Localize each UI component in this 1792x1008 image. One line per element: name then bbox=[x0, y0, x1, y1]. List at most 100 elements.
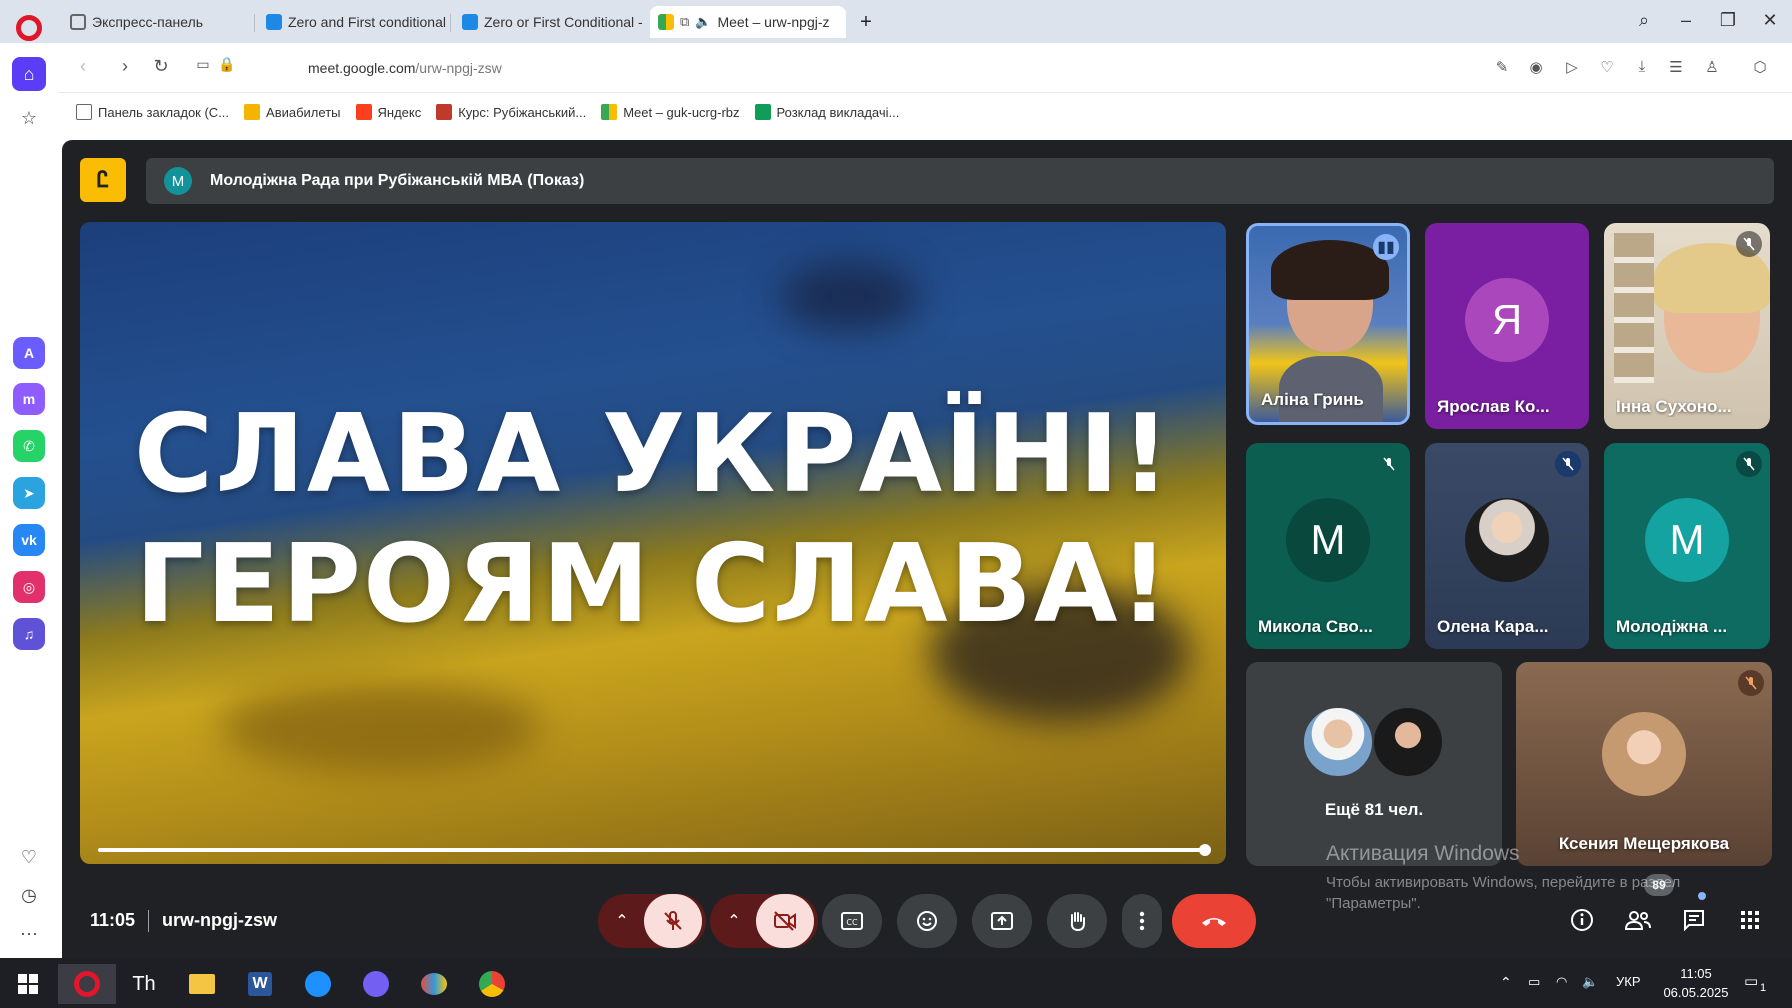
exit-presentation-icon[interactable]: Ꮭ bbox=[80, 158, 126, 202]
participant-avatar: Я bbox=[1465, 278, 1549, 362]
captions-button[interactable]: CC bbox=[822, 894, 882, 948]
home-icon[interactable]: ⌂ bbox=[12, 57, 46, 91]
reactions-button[interactable] bbox=[897, 894, 957, 948]
taskbar-chrome[interactable] bbox=[472, 964, 512, 1004]
tab-express-panel[interactable]: Экспресс-панель bbox=[62, 6, 252, 38]
meeting-clock: 11:05 bbox=[90, 910, 136, 930]
progress-knob[interactable] bbox=[1199, 844, 1211, 856]
chat-icon bbox=[1684, 910, 1704, 932]
bookmark-yandex[interactable]: Яндекс bbox=[355, 104, 421, 120]
screenshot-icon[interactable]: ◉ bbox=[1526, 58, 1546, 76]
tab-zero-or-first-conditional[interactable]: Zero or First Conditional - bbox=[454, 6, 644, 38]
bookmark-meet[interactable]: Meet – guk-ucrg-rbz bbox=[601, 104, 740, 120]
instagram-icon[interactable]: ◎ bbox=[13, 571, 45, 603]
participant-tile[interactable]: М Молодіжна ... bbox=[1604, 443, 1770, 649]
forward-button[interactable]: › bbox=[114, 56, 136, 77]
search-icon[interactable]: ⌕ bbox=[1632, 10, 1656, 31]
taskbar-text-app[interactable]: Th bbox=[124, 964, 164, 1004]
leave-call-button[interactable] bbox=[1172, 894, 1256, 948]
extensions-icon[interactable]: ⬡ bbox=[1750, 58, 1770, 76]
taskbar-word[interactable]: W bbox=[240, 964, 280, 1004]
windows-activation-watermark: Активация Windows Чтобы активировать Win… bbox=[1326, 842, 1681, 912]
new-tab-button[interactable]: + bbox=[856, 12, 876, 32]
input-language[interactable]: УКР bbox=[1616, 974, 1641, 989]
participant-tile[interactable]: Ксения Мещерякова bbox=[1516, 662, 1772, 866]
url-field[interactable]: meet.google.com/urw-npgj-zsw bbox=[308, 60, 502, 76]
messenger-icon[interactable]: m bbox=[13, 383, 45, 415]
minimize-button[interactable]: – bbox=[1674, 10, 1698, 31]
presentation-stage[interactable]: СЛАВА УКРАЇНІ! ГЕРОЯМ СЛАВА! bbox=[80, 222, 1226, 864]
download-icon[interactable]: ⤓ bbox=[1632, 58, 1652, 75]
mic-control-group: ⌃ bbox=[598, 894, 706, 948]
lock-icon[interactable]: 🔒 bbox=[216, 56, 238, 73]
wifi-icon[interactable]: ◠ bbox=[1556, 974, 1567, 990]
more-icon[interactable]: ··· bbox=[12, 916, 46, 950]
participant-tile[interactable]: Олена Кара... bbox=[1425, 443, 1589, 649]
whatsapp-icon[interactable]: ✆ bbox=[13, 430, 45, 462]
aria-icon[interactable]: A bbox=[13, 337, 45, 369]
easy-setup-icon[interactable]: ☰ bbox=[1666, 58, 1686, 76]
raise-hand-button[interactable] bbox=[1047, 894, 1107, 948]
heart-icon[interactable]: ♡ bbox=[12, 840, 46, 874]
present-button[interactable] bbox=[972, 894, 1032, 948]
tab-meet[interactable]: ⧉ 🔈 Meet – urw-npgj-z bbox=[650, 6, 846, 38]
camera-options-chevron-icon[interactable]: ⌃ bbox=[710, 894, 758, 948]
participant-photo bbox=[1465, 498, 1549, 582]
back-button[interactable]: ‹ bbox=[72, 56, 94, 77]
account-icon[interactable]: ♙ bbox=[1702, 58, 1722, 76]
bookmark-aviabilety[interactable]: Авиабилеты bbox=[244, 104, 341, 120]
more-participants-tile[interactable]: Ещё 81 чел. bbox=[1246, 662, 1502, 866]
bookmark-folder[interactable]: Панель закладок (С... bbox=[76, 104, 229, 120]
camera-permission-icon[interactable]: ▭ bbox=[192, 56, 214, 73]
mic-options-chevron-icon[interactable]: ⌃ bbox=[598, 894, 646, 948]
opera-logo-icon[interactable] bbox=[16, 15, 42, 41]
mic-off-icon bbox=[1738, 670, 1764, 696]
bookmark-course[interactable]: Курс: Рубіжанський... bbox=[436, 104, 586, 120]
tray-expand-icon[interactable]: ⌃ bbox=[1500, 974, 1512, 991]
camera-off-icon bbox=[774, 911, 796, 931]
volume-icon[interactable]: 🔈 bbox=[1582, 974, 1598, 990]
windows-logo-icon bbox=[18, 974, 38, 994]
tab-zero-first-conditional[interactable]: Zero and First conditional bbox=[258, 6, 448, 38]
participant-tile[interactable]: Інна Сухоно... bbox=[1604, 223, 1770, 429]
notification-count: 1 bbox=[1760, 982, 1767, 994]
history-icon[interactable]: ◷ bbox=[12, 878, 46, 912]
meet-window: Ꮭ М Молодіжна Рада при Рубіжанській МВА … bbox=[62, 140, 1792, 958]
chat-button[interactable] bbox=[1676, 902, 1712, 938]
edit-icon[interactable]: ✎ bbox=[1492, 58, 1512, 76]
participant-tile[interactable]: ▮▮ Аліна Гринь bbox=[1246, 223, 1410, 425]
star-icon[interactable]: ☆ bbox=[12, 101, 46, 135]
favorite-icon[interactable]: ♡ bbox=[1597, 58, 1617, 76]
address-bar: ‹ › ↻ ▭ 🔒 meet.google.com/urw-npgj-zsw ✎… bbox=[58, 43, 1792, 93]
send-icon[interactable]: ▷ bbox=[1562, 58, 1582, 76]
participant-tile[interactable]: М Микола Сво... bbox=[1246, 443, 1410, 649]
vk-icon[interactable]: vk bbox=[13, 524, 45, 556]
video-progress-bar[interactable] bbox=[98, 844, 1211, 856]
pip-icon[interactable]: ⧉ bbox=[680, 14, 689, 30]
taskbar-clock[interactable]: 11:05 06.05.2025 bbox=[1656, 964, 1736, 1002]
bookmark-schedule[interactable]: Розклад викладачі... bbox=[754, 104, 899, 120]
taskbar-explorer[interactable] bbox=[182, 964, 222, 1004]
taskbar-opera[interactable] bbox=[58, 964, 116, 1004]
mic-off-icon bbox=[1736, 231, 1762, 257]
maximize-button[interactable]: ❐ bbox=[1716, 10, 1740, 31]
music-player-icon[interactable]: ♫ bbox=[13, 618, 45, 650]
mic-toggle-button[interactable] bbox=[644, 894, 702, 948]
camera-toggle-button[interactable] bbox=[756, 894, 814, 948]
opera-sidebar: ⌂ ☆ A m ✆ ➤ vk ◎ ♫ ♡ ◷ ··· bbox=[0, 43, 58, 958]
activities-button[interactable] bbox=[1732, 902, 1768, 938]
taskbar-settings-app[interactable] bbox=[298, 964, 338, 1004]
reload-button[interactable]: ↻ bbox=[150, 56, 172, 77]
folder-icon bbox=[189, 974, 215, 994]
telegram-icon[interactable]: ➤ bbox=[13, 477, 45, 509]
start-button[interactable] bbox=[8, 964, 48, 1004]
speaker-icon[interactable]: 🔈 bbox=[695, 14, 711, 30]
participant-thumb bbox=[1372, 706, 1444, 778]
taskbar-viber[interactable] bbox=[356, 964, 396, 1004]
close-window-button[interactable]: ✕ bbox=[1758, 10, 1782, 31]
bookmarks-bar: Панель закладок (С... Авиабилеты Яндекс … bbox=[58, 93, 1792, 131]
more-options-button[interactable] bbox=[1122, 894, 1162, 948]
participant-tile[interactable]: Я Ярослав Ко... bbox=[1425, 223, 1589, 429]
taskbar-paint[interactable] bbox=[414, 964, 454, 1004]
battery-icon[interactable]: ▭ bbox=[1528, 974, 1540, 990]
